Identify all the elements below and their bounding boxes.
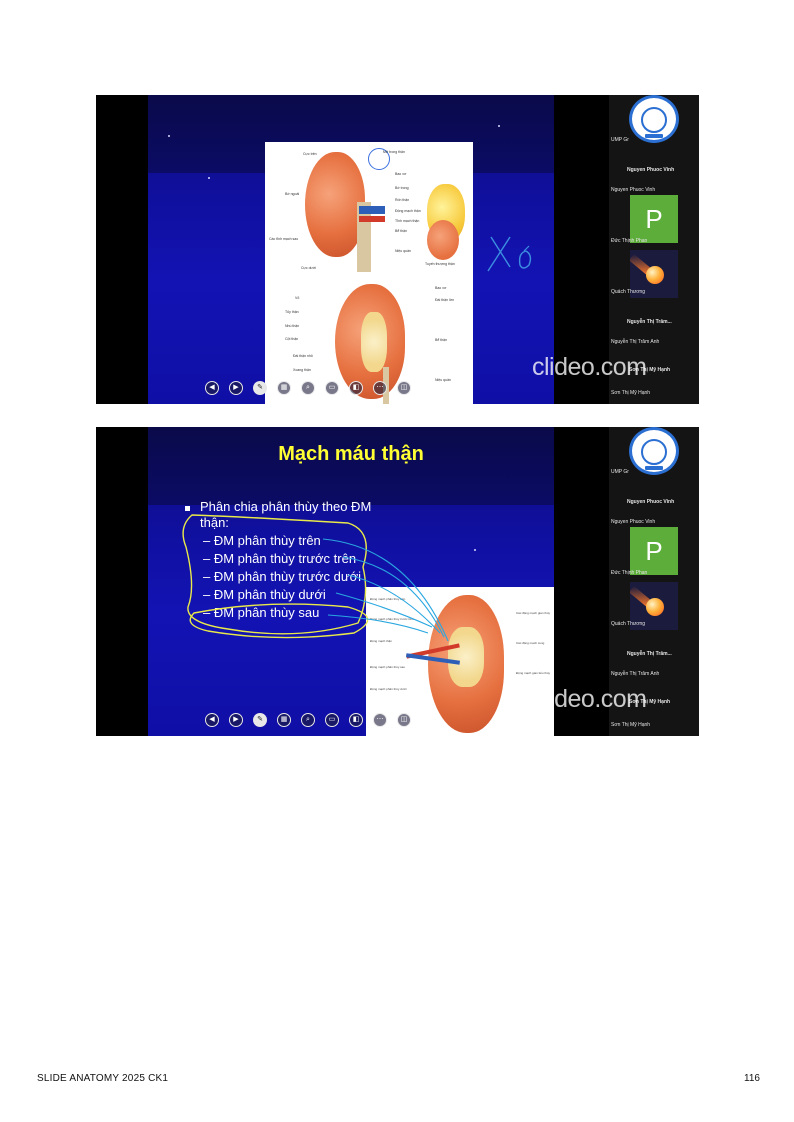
participant-name: Nguyễn Thị Trâm Anh (611, 671, 660, 677)
slide-kidney-anatomy: Cực trên Bờ ngoài Các tĩnh mạch sao Cực … (148, 95, 554, 404)
see-all-slides-button[interactable]: ▦ (277, 381, 291, 395)
participant-name: Quách Thương (611, 621, 646, 627)
participant-name: Nguyễn Thị Trâm... (627, 651, 672, 657)
participant-name: Nguyen Phuoc Vinh (611, 519, 656, 525)
participant-name: Sơn Thị Mỹ Hạnh (611, 722, 651, 728)
zoom-button[interactable]: ⌕ (301, 381, 315, 395)
presenter-view-button[interactable]: ◧ (349, 713, 363, 727)
zoom-button[interactable]: ⌕ (301, 713, 315, 727)
participant-name: Nguyễn Thị Trâm Anh (611, 339, 660, 345)
camera-button[interactable]: ▭ (325, 713, 339, 727)
participant-name: Đức Thịnh Phan (611, 570, 648, 576)
more-options-button[interactable]: ⋯ (373, 713, 387, 727)
screenshot-renal-vessels: Mạch máu thận Phân chia phân thùy theo Đ… (96, 427, 699, 736)
university-logo (629, 95, 679, 143)
screen-button[interactable]: ◫ (397, 713, 411, 727)
participant-name: Nguyen Phuoc Vinh (627, 499, 675, 505)
screen-button[interactable]: ◫ (397, 381, 411, 395)
watermark: clideo.com (532, 353, 647, 381)
participant-name: Nguyen Phuoc Vinh (611, 187, 656, 193)
participant-name: UMP Gr (611, 137, 629, 143)
page-number: 116 (744, 1073, 760, 1084)
participant-name: Sơn Thị Mỹ Hạnh (611, 390, 651, 396)
next-slide-button[interactable]: ▶ (229, 381, 243, 395)
screenshot-kidney-anatomy: Cực trên Bờ ngoài Các tĩnh mạch sao Cực … (96, 95, 699, 404)
pen-tool-button[interactable]: ✎ (253, 381, 267, 395)
participant-name: UMP Gr (611, 469, 629, 475)
handwriting-annotation (182, 514, 449, 642)
document-footer-label: SLIDE ANATOMY 2025 CK1 (37, 1073, 169, 1084)
university-logo (629, 427, 679, 475)
next-slide-button[interactable]: ▶ (229, 713, 243, 727)
previous-slide-button[interactable]: ◀ (205, 713, 219, 727)
previous-slide-button[interactable]: ◀ (205, 381, 219, 395)
participant-name: Nguyen Phuoc Vinh (627, 167, 675, 173)
see-all-slides-button[interactable]: ▦ (277, 713, 291, 727)
participant-avatar: P (630, 527, 678, 575)
participant-name: Nguyễn Thị Trâm... (627, 319, 672, 325)
participant-avatar: P (630, 195, 678, 243)
subtitles-button[interactable]: ▭ (325, 381, 339, 395)
presenter-view-button[interactable]: ◧ (349, 381, 363, 395)
handwriting-annotation (487, 236, 532, 272)
participant-name: Đức Thịnh Phan (611, 238, 648, 244)
slide-renal-vessels: Mạch máu thận Phân chia phân thùy theo Đ… (148, 427, 554, 736)
watermark: clideo.com (532, 685, 647, 713)
more-options-button[interactable]: ⋯ (373, 381, 387, 395)
participant-name: Quách Thương (611, 289, 646, 295)
pen-tool-button[interactable]: ✎ (253, 713, 267, 727)
